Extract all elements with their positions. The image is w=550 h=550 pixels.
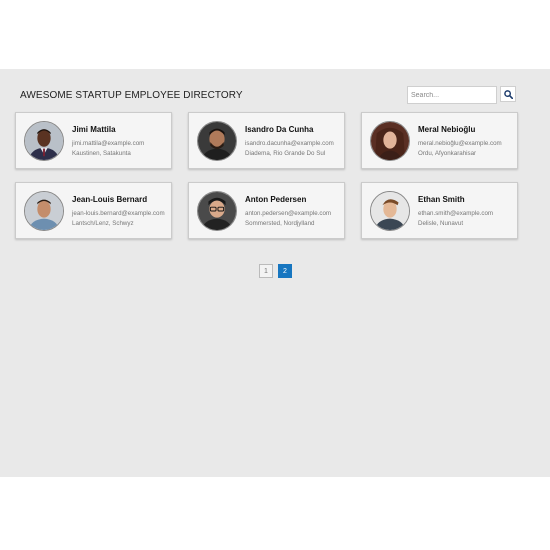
employee-card[interactable]: Jean-Louis Bernard jean-louis.bernard@ex… bbox=[15, 182, 172, 239]
employee-info: Ethan Smith ethan.smith@example.com Deli… bbox=[418, 195, 513, 229]
employee-card[interactable]: Jimi Mattila jimi.mattila@example.com Ka… bbox=[15, 112, 172, 169]
employee-name: Jimi Mattila bbox=[72, 125, 116, 134]
employee-location: Delisle, Nunavut bbox=[418, 220, 464, 227]
employee-email: jean-louis.bernard@example.com bbox=[72, 210, 165, 217]
directory-page: AWESOME STARTUP EMPLOYEE DIRECTORY Searc… bbox=[0, 69, 550, 477]
employee-location: Diadema, Rio Grande Do Sul bbox=[245, 150, 326, 157]
search-button[interactable] bbox=[500, 86, 516, 102]
employee-email: anton.pedersen@example.com bbox=[245, 210, 332, 217]
magnifier-icon bbox=[503, 87, 513, 102]
page-link-2[interactable]: 2 bbox=[278, 264, 292, 278]
employee-location: Kaustinen, Satakunta bbox=[72, 150, 131, 157]
employee-email: meral.nebioğlu@example.com bbox=[418, 140, 502, 147]
employee-card[interactable]: Anton Pedersen anton.pedersen@example.co… bbox=[188, 182, 345, 239]
employee-location: Ordu, Afyonkarahisar bbox=[418, 150, 477, 157]
employee-name: Jean-Louis Bernard bbox=[72, 195, 148, 204]
employee-email: isandro.dacunha@example.com bbox=[245, 140, 334, 147]
employee-name: Meral Nebioğlu bbox=[418, 125, 476, 134]
employee-name: Isandro Da Cunha bbox=[245, 125, 314, 134]
employee-info: Meral Nebioğlu meral.nebioğlu@example.co… bbox=[418, 125, 513, 159]
header: AWESOME STARTUP EMPLOYEE DIRECTORY bbox=[20, 86, 530, 106]
employee-info: Jimi Mattila jimi.mattila@example.com Ka… bbox=[72, 125, 167, 159]
avatar bbox=[197, 121, 237, 161]
page-title: AWESOME STARTUP EMPLOYEE DIRECTORY bbox=[20, 90, 243, 101]
avatar bbox=[24, 121, 64, 161]
employee-info: Isandro Da Cunha isandro.dacunha@example… bbox=[245, 125, 340, 159]
page-link-1[interactable]: 1 bbox=[259, 264, 273, 278]
employee-info: Jean-Louis Bernard jean-louis.bernard@ex… bbox=[72, 195, 167, 229]
employee-location: Sommersted, Nordjylland bbox=[245, 220, 315, 227]
employee-email: jimi.mattila@example.com bbox=[72, 140, 145, 147]
avatar bbox=[370, 121, 410, 161]
employee-email: ethan.smith@example.com bbox=[418, 210, 494, 217]
employee-info: Anton Pedersen anton.pedersen@example.co… bbox=[245, 195, 340, 229]
employee-location: Lantsch/Lenz, Schwyz bbox=[72, 220, 134, 227]
avatar bbox=[24, 191, 64, 231]
employee-card[interactable]: Meral Nebioğlu meral.nebioğlu@example.co… bbox=[361, 112, 518, 169]
search-input[interactable] bbox=[407, 86, 497, 104]
avatar bbox=[370, 191, 410, 231]
employee-name: Ethan Smith bbox=[418, 195, 465, 204]
employee-card[interactable]: Isandro Da Cunha isandro.dacunha@example… bbox=[188, 112, 345, 169]
employee-card[interactable]: Ethan Smith ethan.smith@example.com Deli… bbox=[361, 182, 518, 239]
employee-name: Anton Pedersen bbox=[245, 195, 307, 204]
avatar bbox=[197, 191, 237, 231]
